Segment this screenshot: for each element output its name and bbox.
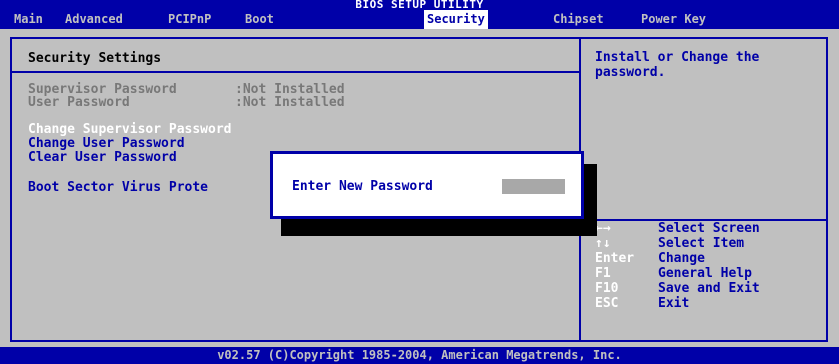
key-desc: Select Item <box>658 236 745 251</box>
password-input[interactable] <box>502 179 565 194</box>
key-desc: Change <box>658 251 705 266</box>
menu-power-key[interactable]: Power Key <box>638 10 709 29</box>
user-password-label: User Password <box>28 95 130 110</box>
user-password-status: :Not Installed <box>235 95 345 110</box>
key-desc: Save and Exit <box>658 281 760 296</box>
section-title: Security Settings <box>28 51 162 66</box>
key-esc: ESC <box>595 296 619 311</box>
option-change-user-password[interactable]: Change User Password <box>28 136 185 151</box>
key-left-right-icon: ←→ <box>595 221 611 236</box>
menu-advanced[interactable]: Advanced <box>62 10 126 29</box>
key-desc: Select Screen <box>658 221 760 236</box>
menu-boot[interactable]: Boot <box>242 10 277 29</box>
menu-security[interactable]: Security <box>424 10 488 29</box>
menu-main[interactable]: Main <box>11 10 46 29</box>
help-text: Install or Change the password. <box>595 50 760 80</box>
key-enter: Enter <box>595 251 635 266</box>
key-desc: General Help <box>658 266 752 281</box>
key-up-down-icon: ↑↓ <box>595 236 611 251</box>
password-dialog: Enter New Password <box>270 151 584 219</box>
option-boot-sector-virus-protection[interactable]: Boot Sector Virus Prote <box>28 180 208 195</box>
option-change-supervisor-password[interactable]: Change Supervisor Password <box>28 122 232 137</box>
title-bar: BIOS SETUP UTILITY <box>0 0 839 10</box>
option-clear-user-password[interactable]: Clear User Password <box>28 150 177 165</box>
copyright-footer: v02.57 (C)Copyright 1985-2004, American … <box>0 347 839 364</box>
key-desc: Exit <box>658 296 690 311</box>
menu-bar: Main Advanced PCIPnP Boot Security Chips… <box>0 10 839 29</box>
key-f10: F10 <box>595 281 619 296</box>
menu-pcipnp[interactable]: PCIPnP <box>165 10 214 29</box>
key-f1: F1 <box>595 266 611 281</box>
password-dialog-label: Enter New Password <box>292 179 433 194</box>
menu-chipset[interactable]: Chipset <box>550 10 607 29</box>
section-divider <box>12 71 579 73</box>
